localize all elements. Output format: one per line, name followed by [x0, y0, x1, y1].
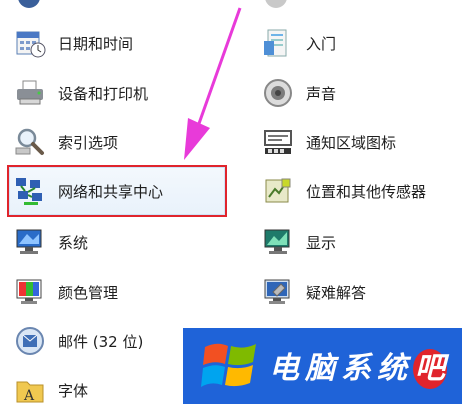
item-label: 字体	[58, 381, 89, 400]
item-label: 颜色管理	[58, 283, 119, 302]
item-date-time[interactable]: 日期和时间	[14, 23, 249, 63]
item-devices-printers[interactable]: 设备和打印机	[14, 73, 249, 113]
svg-text:A: A	[23, 388, 35, 404]
speaker-icon	[262, 77, 294, 109]
getting-started-icon	[262, 27, 294, 59]
computer-icon	[14, 226, 46, 258]
item-label: 疑难解答	[306, 283, 367, 302]
item-location-sensors[interactable]: 位置和其他传感器	[262, 171, 462, 211]
item-display[interactable]: 显示	[262, 222, 462, 262]
item-system[interactable]: 系统	[14, 222, 249, 262]
display-icon	[262, 226, 294, 258]
partial-icon-top-right	[265, 0, 287, 8]
mail-icon	[14, 325, 46, 357]
printer-icon	[14, 77, 46, 109]
item-network-sharing-center[interactable]: 网络和共享中心	[7, 165, 227, 217]
item-label: 位置和其他传感器	[306, 182, 427, 201]
network-icon	[14, 175, 46, 207]
item-label: 设备和打印机	[58, 84, 149, 103]
item-label: 索引选项	[58, 133, 119, 152]
font-folder-icon: A	[14, 374, 46, 406]
brand-text: 电脑系统吧	[269, 343, 447, 389]
item-color-management[interactable]: 颜色管理	[14, 272, 249, 312]
item-label: 声音	[306, 84, 337, 103]
brand-badge: 吧	[413, 349, 447, 389]
item-label: 入门	[306, 34, 337, 53]
item-troubleshooting[interactable]: 疑难解答	[262, 272, 462, 312]
item-label: 邮件 (32 位)	[58, 332, 144, 351]
item-getting-started[interactable]: 入门	[262, 23, 462, 63]
item-label: 通知区域图标	[306, 133, 397, 152]
item-indexing-options[interactable]: 索引选项	[14, 122, 249, 162]
magnifier-icon	[14, 126, 46, 158]
partial-icon-top-left	[18, 0, 40, 8]
troubleshooting-icon	[262, 276, 294, 308]
windows-logo-icon	[201, 343, 256, 387]
item-notification-area-icons[interactable]: 通知区域图标	[262, 122, 462, 162]
watermark-banner: 电脑系统吧	[183, 328, 462, 404]
notification-tray-icon	[262, 126, 294, 158]
calendar-clock-icon	[14, 27, 46, 59]
item-label: 系统	[58, 233, 89, 252]
sensor-icon	[262, 175, 294, 207]
item-label: 日期和时间	[58, 34, 134, 53]
item-label: 显示	[306, 233, 337, 252]
item-sound[interactable]: 声音	[262, 73, 462, 113]
item-label: 网络和共享中心	[58, 182, 164, 201]
color-management-icon	[14, 276, 46, 308]
